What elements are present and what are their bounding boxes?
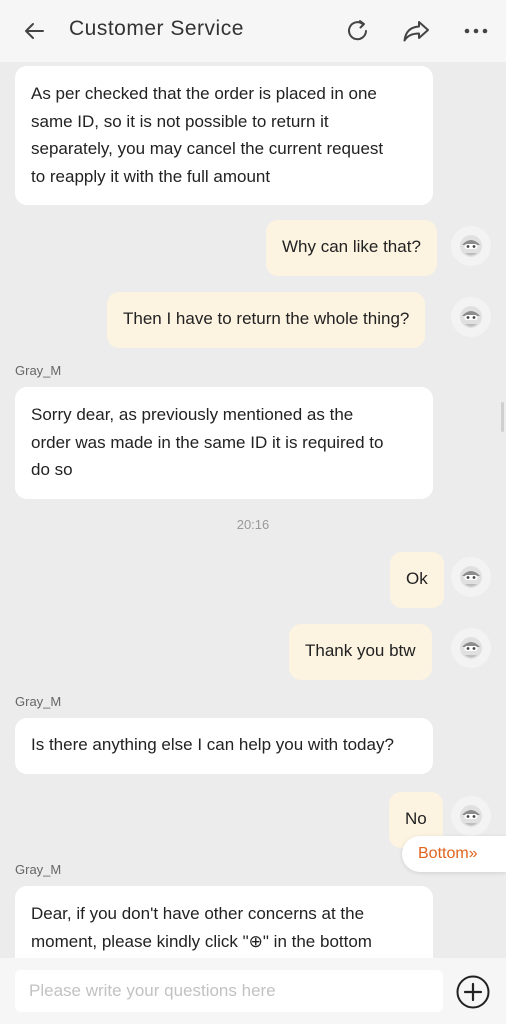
agent-message: Dear, if you don't have other concerns a… xyxy=(15,886,433,958)
composer-bar xyxy=(0,958,506,1024)
sender-name: Gray_M xyxy=(15,694,62,709)
scroll-to-bottom-label: Bottom» xyxy=(418,845,478,862)
back-arrow-icon[interactable] xyxy=(18,16,50,46)
scroll-to-bottom-button[interactable]: Bottom» xyxy=(402,836,506,872)
user-avatar xyxy=(451,796,491,836)
share-icon[interactable] xyxy=(399,14,433,48)
top-bar: Customer Service xyxy=(0,0,506,62)
sender-name: Gray_M xyxy=(15,363,62,378)
refresh-icon[interactable] xyxy=(341,14,375,48)
message-line: do so xyxy=(31,460,73,479)
user-message: Why can like that? xyxy=(266,220,437,276)
message-line: moment, please kindly click "⊕" in the b… xyxy=(31,931,372,951)
scrollbar[interactable] xyxy=(501,402,504,432)
agent-message: As per checked that the order is placed … xyxy=(15,66,433,205)
user-message: Ok xyxy=(390,552,444,608)
more-icon[interactable] xyxy=(459,14,493,48)
message-line: separately, you may cancel the current r… xyxy=(31,139,384,158)
user-avatar xyxy=(451,628,491,668)
message-line: to reapply it with the full amount xyxy=(31,166,271,186)
message-line: order was made in the same ID it is requ… xyxy=(31,432,384,452)
message-line: same ID, so it is not possible to return… xyxy=(31,111,329,131)
user-avatar xyxy=(451,557,491,597)
sender-name: Gray_M xyxy=(15,862,62,877)
message-text: Then I have to return the whole thing? xyxy=(123,309,410,328)
agent-message: Is there anything else I can help you wi… xyxy=(15,718,433,774)
message-text: Ok xyxy=(406,569,428,588)
timestamp: 20:16 xyxy=(236,517,270,532)
message-line: Dear, if you don't have other concerns a… xyxy=(31,904,365,923)
plus-icon[interactable] xyxy=(455,974,491,1010)
user-avatar xyxy=(451,226,491,266)
user-avatar xyxy=(451,297,491,337)
message-text: Is there anything else I can help you wi… xyxy=(31,735,394,754)
message-text: No xyxy=(405,809,427,828)
agent-message: Sorry dear, as previously mentioned as t… xyxy=(15,387,433,499)
page-title: Customer Service xyxy=(69,17,244,40)
user-message: Thank you btw xyxy=(289,624,432,680)
user-message: Then I have to return the whole thing? xyxy=(107,292,426,348)
message-text: Thank you btw xyxy=(305,641,416,660)
message-line: Sorry dear, as previously mentioned as t… xyxy=(31,405,354,424)
message-text: Why can like that? xyxy=(282,237,421,256)
message-input[interactable] xyxy=(15,970,443,1012)
chat-area[interactable]: As per checked that the order is placed … xyxy=(0,62,506,958)
message-line: As per checked that the order is placed … xyxy=(31,84,377,103)
